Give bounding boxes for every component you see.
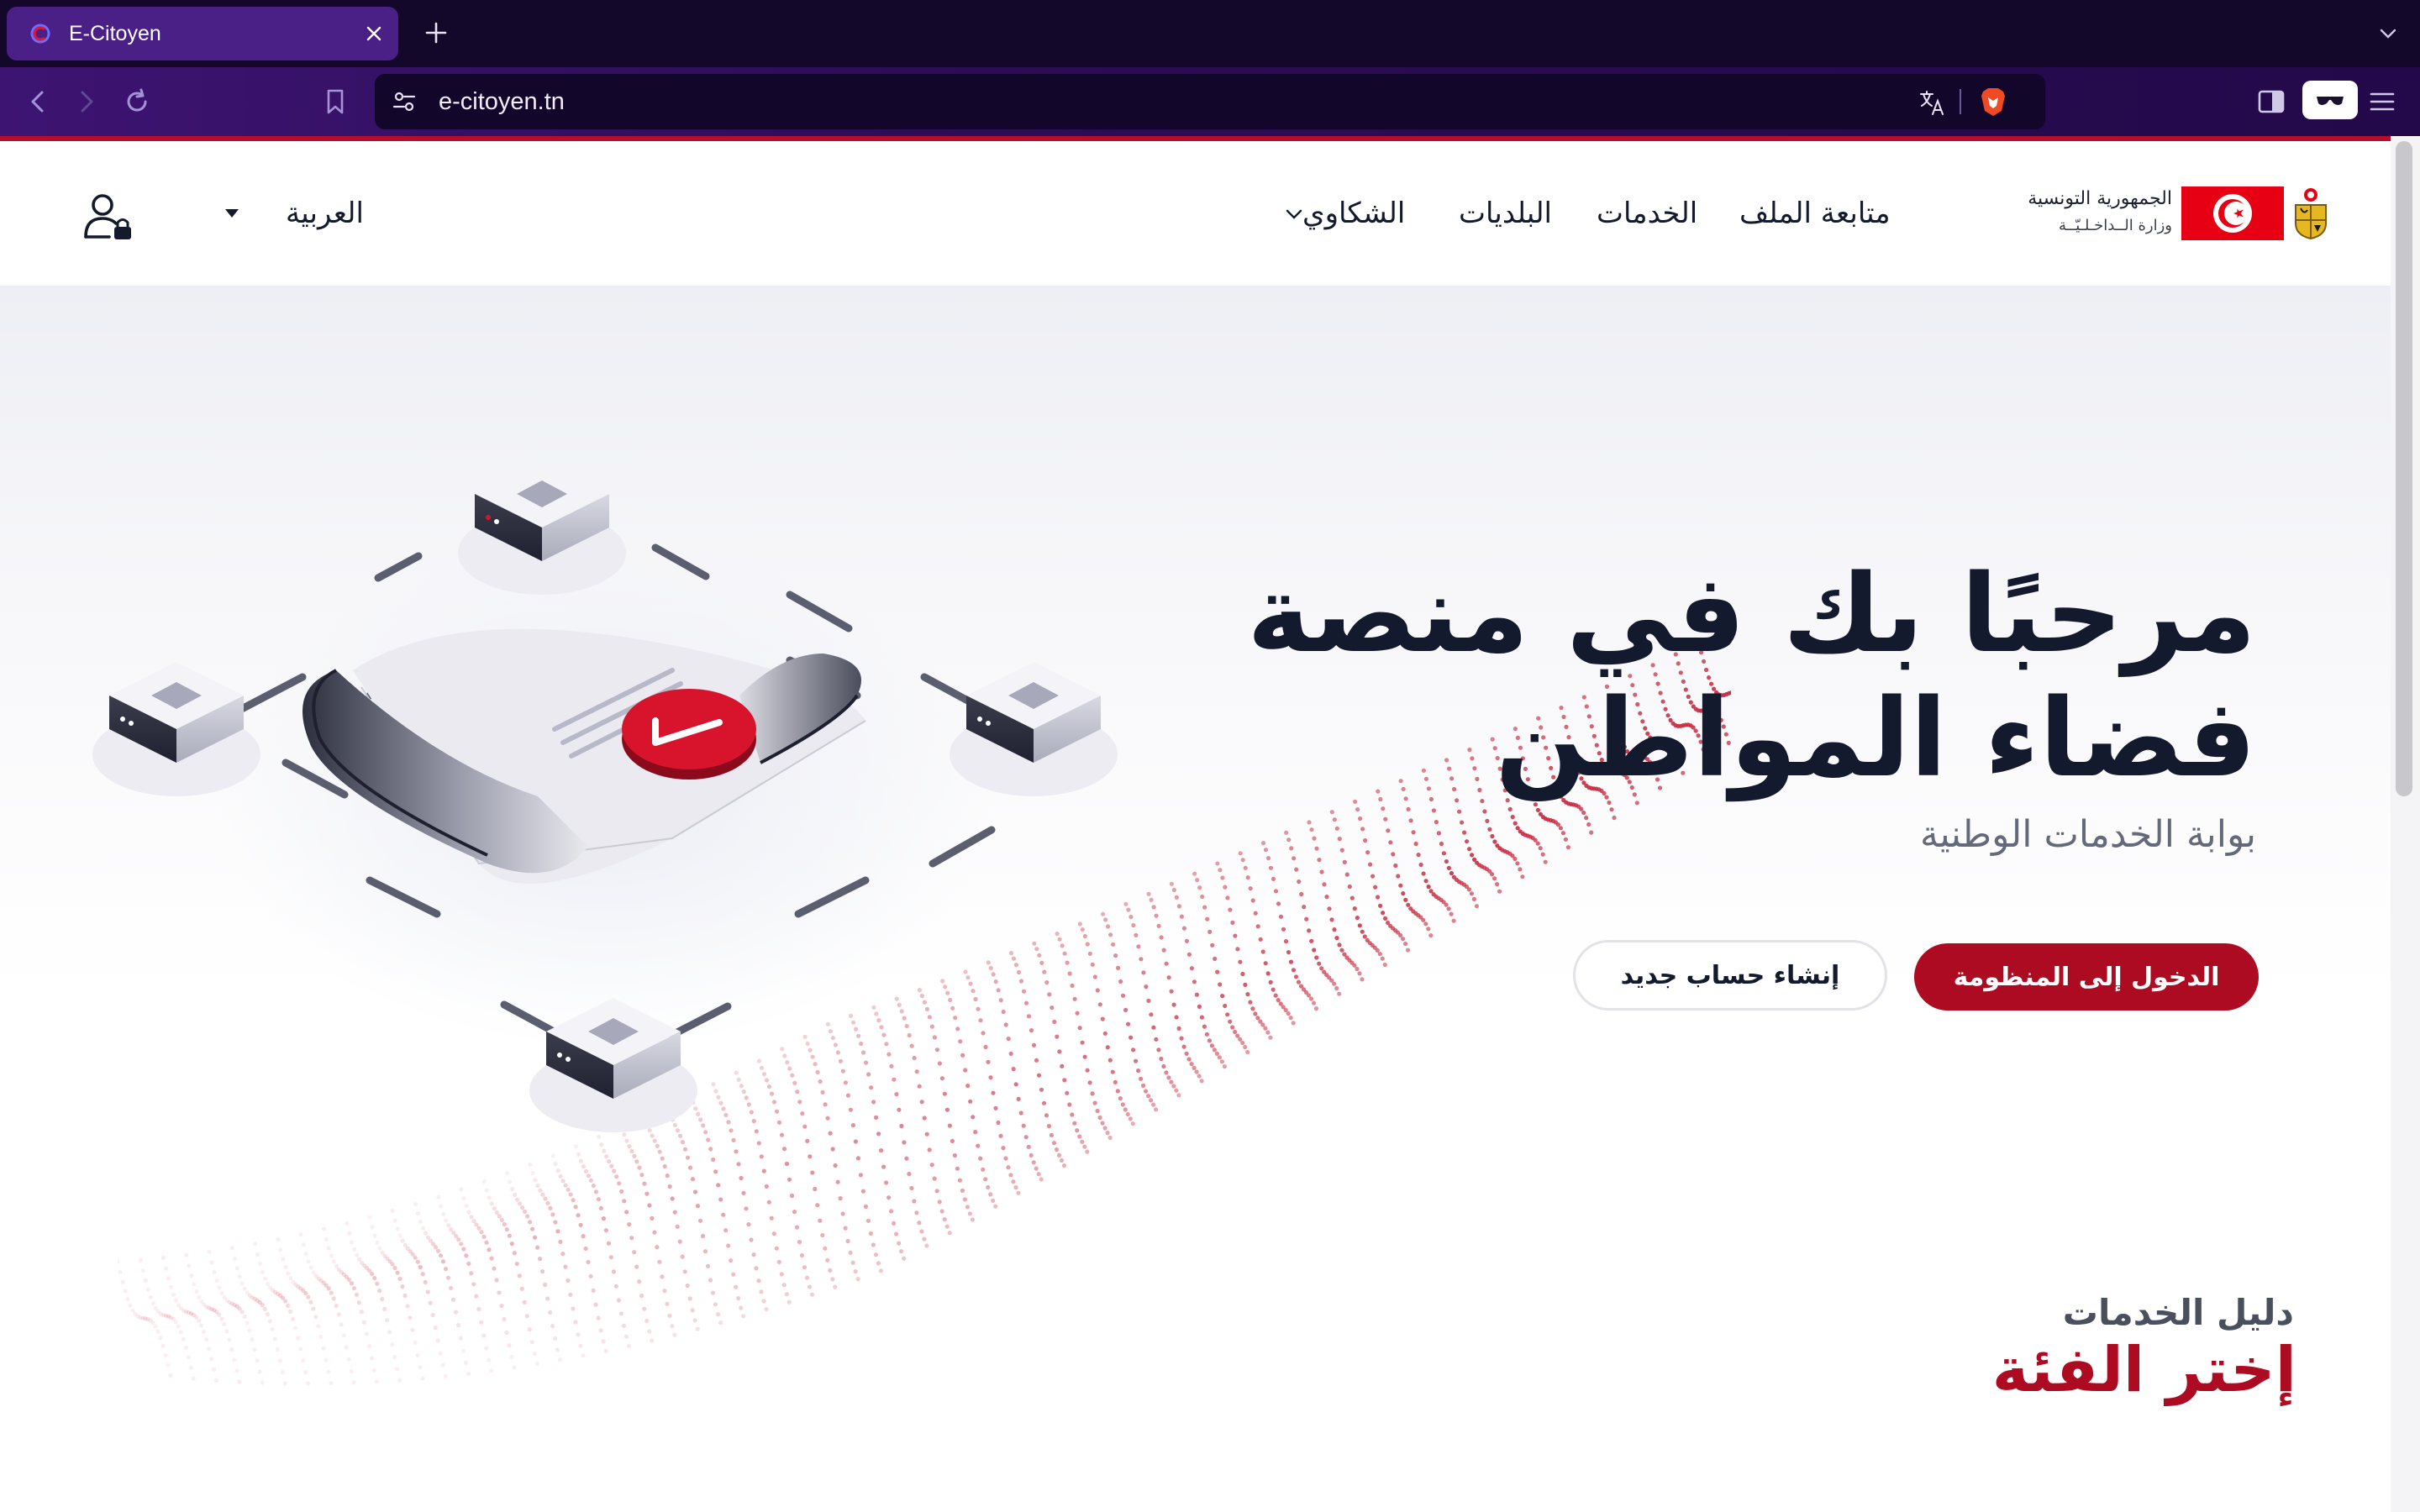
brave-shield-icon[interactable] xyxy=(1978,86,2008,118)
vpn-button[interactable] xyxy=(2302,81,2358,119)
hero-subtitle: بوابة الخدمات الوطنية xyxy=(1919,813,2256,856)
brand-ministry: وزارة الــداخـلـيّــة xyxy=(2059,217,2172,234)
user-account-icon[interactable] xyxy=(82,192,138,242)
new-tab-icon[interactable] xyxy=(424,20,449,45)
back-arrow-icon[interactable] xyxy=(22,86,54,118)
services-section-kicker: دليل الخدمات xyxy=(2062,1292,2294,1333)
forward-arrow-icon[interactable] xyxy=(71,86,103,118)
brand-country: الجمهورية التونسية xyxy=(2028,188,2172,209)
sidebar-toggle-icon[interactable] xyxy=(2255,86,2287,118)
reload-icon[interactable] xyxy=(121,86,153,118)
browser-toolbar: e-citoyen.tn xyxy=(0,67,2420,136)
menu-icon[interactable] xyxy=(2366,86,2398,118)
site-settings-icon[interactable] xyxy=(390,87,418,116)
browser-tab[interactable]: E-Citoyen xyxy=(7,7,398,60)
server-cube-top xyxy=(458,460,626,595)
server-cube-right xyxy=(950,662,1118,796)
chevron-down-icon[interactable] xyxy=(2378,24,2398,44)
glasses-icon xyxy=(2317,97,2344,105)
page: الجمهورية التونسية وزارة الــداخـلـيّــة… xyxy=(0,141,2391,1512)
tab-title: E-Citoyen xyxy=(69,22,161,45)
close-tab-icon[interactable] xyxy=(365,24,383,43)
url-text: e-citoyen.tn xyxy=(439,88,565,115)
site-favicon-icon xyxy=(30,24,50,44)
caret-down-icon[interactable] xyxy=(224,208,240,218)
complaints-chevron-down-icon[interactable] xyxy=(1286,208,1302,220)
server-cube-left xyxy=(92,662,260,796)
scrollbar-thumb[interactable] xyxy=(2396,141,2412,796)
language-selector[interactable]: العربية xyxy=(286,141,364,286)
login-button[interactable]: الدخول إلى المنظومة xyxy=(1914,943,2259,1011)
services-section-title: إختر الفئة xyxy=(1991,1334,2296,1406)
tunisia-coat-of-arms-icon xyxy=(2295,188,2327,240)
nav-complaints[interactable]: الشكاوي xyxy=(1302,141,1405,286)
address-bar[interactable]: e-citoyen.tn xyxy=(375,74,2045,129)
site-header: الجمهورية التونسية وزارة الــداخـلـيّــة… xyxy=(0,141,2391,286)
document-network-illustration xyxy=(92,460,1118,1132)
address-bar-divider xyxy=(1960,89,1961,114)
translate-icon[interactable] xyxy=(1918,87,1948,118)
hero-title: مرحبًا بك في منصة فضاء المواطن xyxy=(1247,552,2256,801)
nav-municipalities[interactable]: البلديات xyxy=(1459,141,1552,286)
browser-tab-bar: E-Citoyen xyxy=(0,0,2420,67)
signup-button[interactable]: إنشاء حساب جديد xyxy=(1573,940,1887,1011)
tunisia-flag-icon xyxy=(2181,186,2284,240)
bookmark-icon[interactable] xyxy=(319,86,351,118)
nav-services[interactable]: الخدمات xyxy=(1597,141,1697,286)
nav-file-tracking[interactable]: متابعة الملف xyxy=(1739,141,1891,286)
